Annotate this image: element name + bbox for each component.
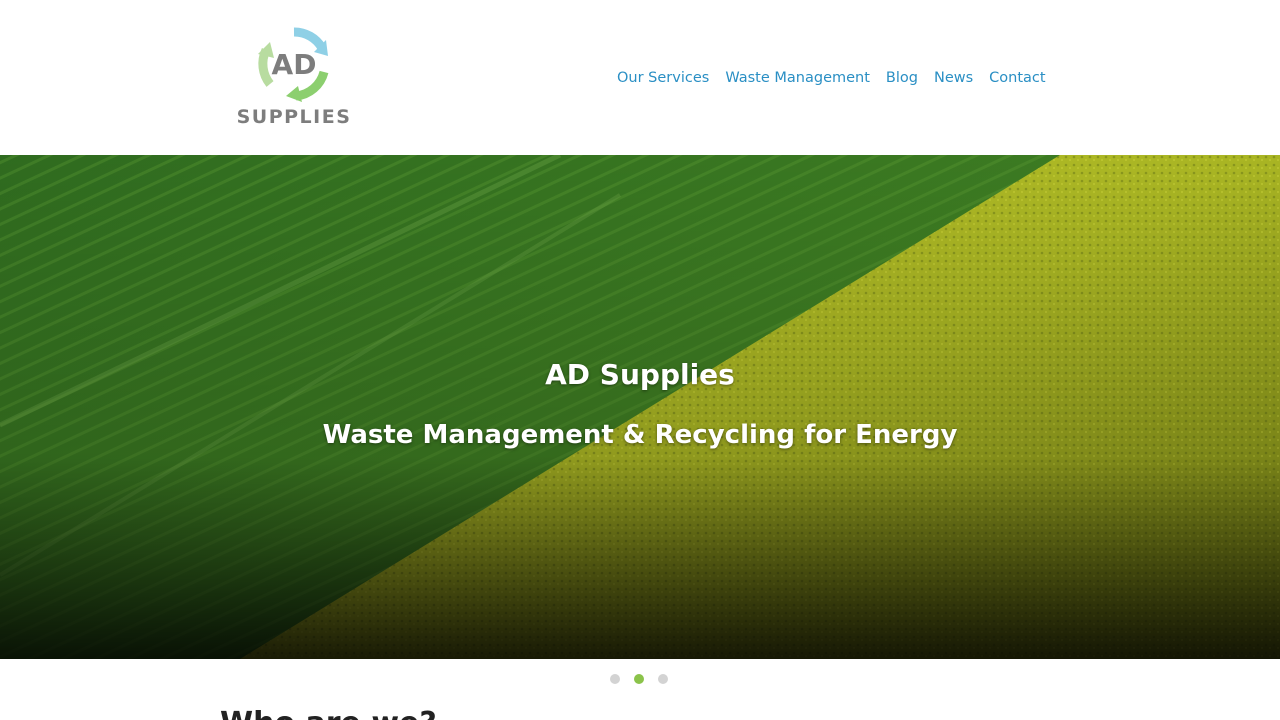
section-heading: Who are we? [220, 706, 437, 720]
hero-subtitle: Waste Management & Recycling for Energy [322, 420, 958, 450]
nav-contact[interactable]: Contact [989, 67, 1045, 89]
logo-letters: AD [272, 48, 317, 81]
site-header: AD SUPPLIES Our Services Waste Managemen… [0, 0, 1280, 155]
hero-title: AD Supplies [545, 358, 735, 391]
field-aerial-image [0, 155, 1280, 659]
hero-slider[interactable]: AD Supplies Waste Management & Recycling… [0, 155, 1280, 659]
logo-wordmark: SUPPLIES [236, 106, 352, 128]
slider-dot-1[interactable] [610, 674, 620, 684]
nav-waste-management[interactable]: Waste Management [725, 67, 870, 89]
recycle-logo-icon: AD [258, 27, 329, 102]
site-logo[interactable]: AD SUPPLIES [232, 26, 356, 130]
nav-news[interactable]: News [934, 67, 973, 89]
nav-our-services[interactable]: Our Services [617, 67, 709, 89]
slider-pagination [610, 674, 668, 684]
nav-blog[interactable]: Blog [886, 67, 918, 89]
slider-dot-3[interactable] [658, 674, 668, 684]
slider-dot-2[interactable] [634, 674, 644, 684]
main-nav: Our Services Waste Management Blog News … [617, 67, 1046, 89]
